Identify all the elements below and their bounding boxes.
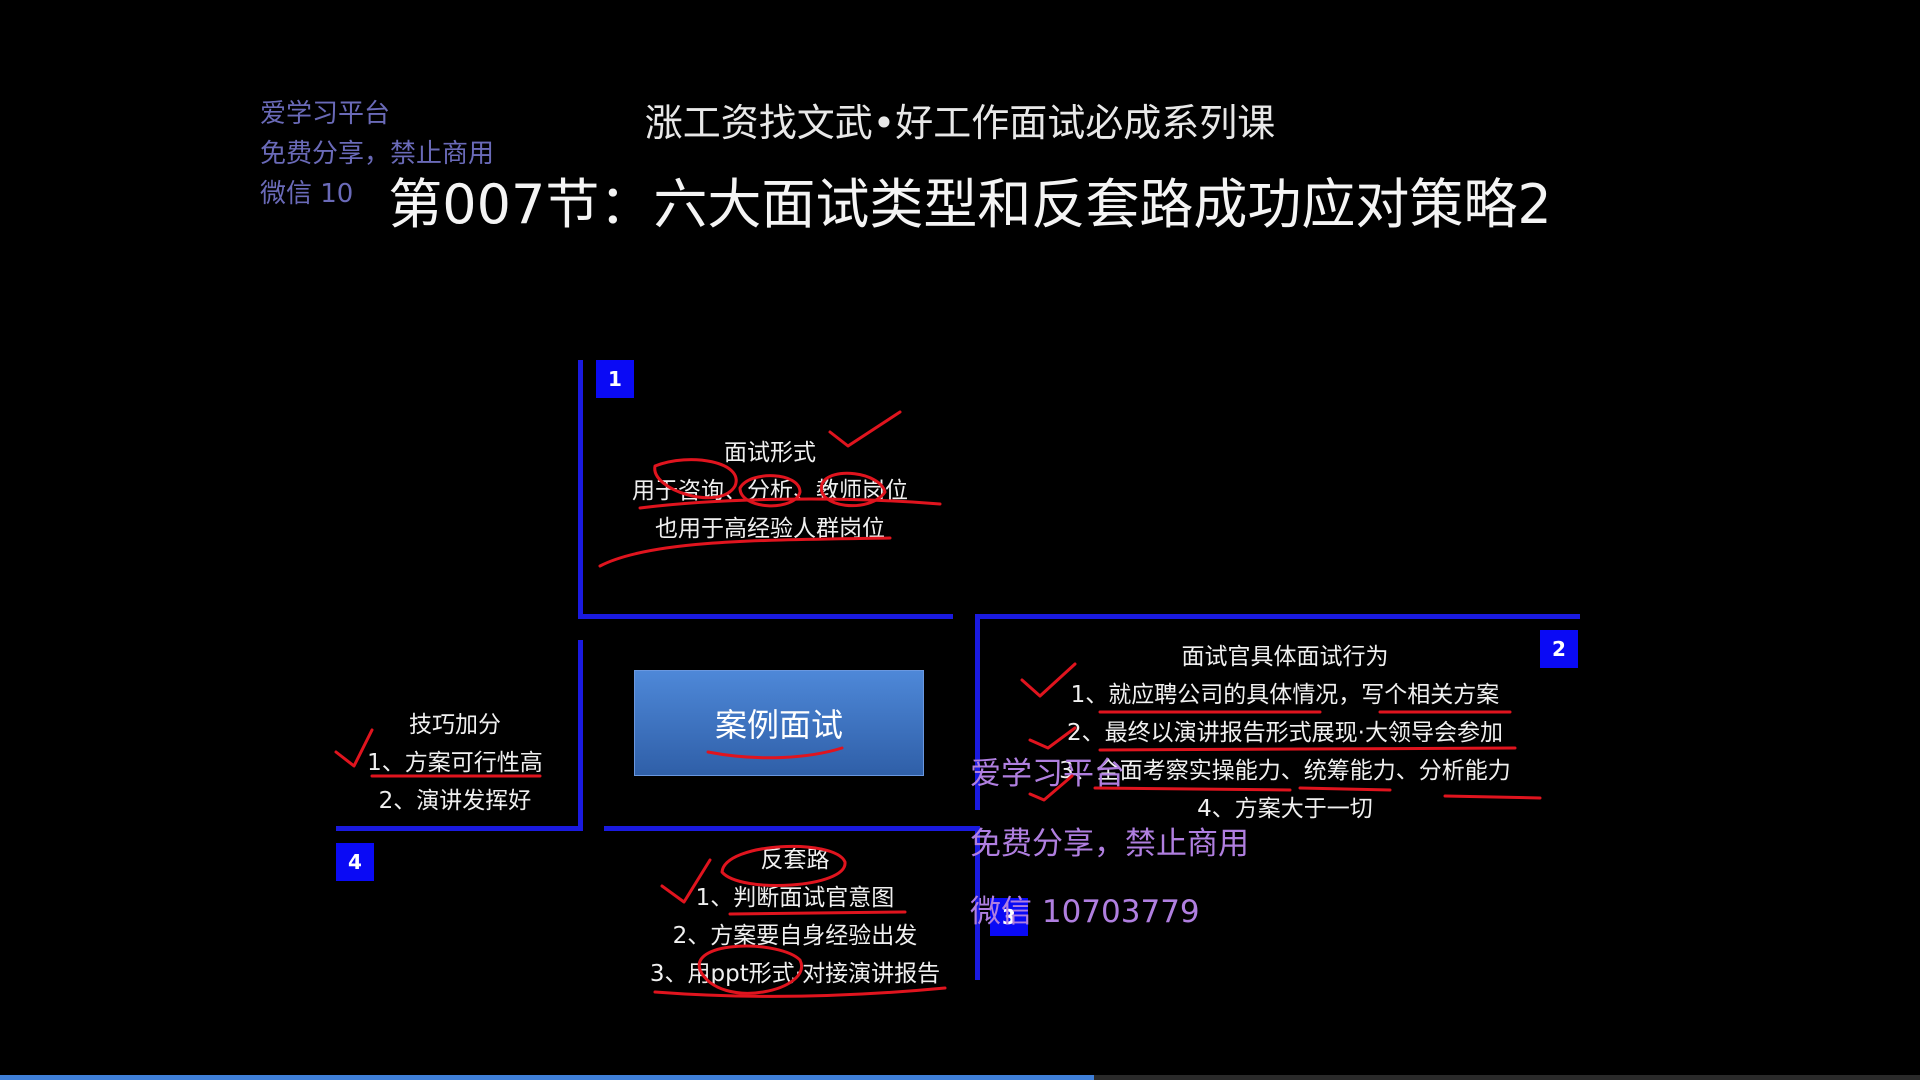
watermark-top: 爱学习平台 免费分享，禁止商用 微信 10 xyxy=(260,94,494,214)
quadrant-badge-2: 2 xyxy=(1540,630,1578,668)
quadrant-3-line: 1、判断面试官意图 xyxy=(695,885,895,911)
divider-q3-top xyxy=(604,826,980,831)
watermark-top-line2: 免费分享，禁止商用 xyxy=(260,139,495,169)
divider-q1-bottom xyxy=(578,614,953,619)
quadrant-badge-1: 1 xyxy=(596,360,634,398)
watermark-top-line1: 爱学习平台 xyxy=(260,99,391,129)
series-subtitle: 涨工资找文武•好工作面试必成系列课 xyxy=(644,101,1276,145)
divider-q2-top xyxy=(975,614,1580,619)
watermark-mid-line3: 微信 10703779 xyxy=(970,894,1200,930)
watermark-mid-line1: 爱学习平台 xyxy=(970,756,1125,792)
quadrant-1-text: 面试形式 用于咨询、分析、教师岗位 也用于高经验人群岗位 xyxy=(590,434,950,548)
quadrant-4-line: 1、方案可行性高 xyxy=(367,750,543,776)
divider-q4-right xyxy=(578,640,583,830)
quadrant-1-line: 用于咨询、分析、教师岗位 xyxy=(632,478,908,504)
watermark-mid-line2: 免费分享，禁止商用 xyxy=(970,826,1249,862)
quadrant-2-line: 2、最终以演讲报告形式展现·大领导会参加 xyxy=(1067,720,1503,746)
quadrant-4-heading: 技巧加分 xyxy=(409,712,501,738)
slide: 涨工资找文武•好工作面试必成系列课 第007节：六大面试类型和反套路成功应对策略… xyxy=(0,0,1920,1080)
quadrant-4-line: 2、演讲发挥好 xyxy=(378,788,532,814)
quadrant-3-text: 反套路 1、判断面试官意图 2、方案要自身经验出发 3、用ppt形式·对接演讲报… xyxy=(620,841,970,993)
lesson-title: 第007节：六大面试类型和反套路成功应对策略2 xyxy=(388,173,1552,236)
quadrant-3-line: 3、用ppt形式·对接演讲报告 xyxy=(649,961,941,987)
case-interview-label: 案例面试 xyxy=(714,706,843,744)
quadrant-3-heading: 反套路 xyxy=(760,847,830,873)
quadrant-3-line: 2、方案要自身经验出发 xyxy=(672,923,918,949)
quadrant-2-text: 面试官具体面试行为 1、就应聘公司的具体情况，写个相关方案 2、最终以演讲报告形… xyxy=(1030,638,1540,828)
divider-q4-bottom xyxy=(336,826,583,831)
quadrant-2-heading: 面试官具体面试行为 xyxy=(1181,644,1389,670)
divider-q1-left xyxy=(578,360,583,618)
watermark-top-line3: 微信 10 xyxy=(260,179,354,209)
quadrant-2-line: 1、就应聘公司的具体情况，写个相关方案 xyxy=(1070,682,1500,708)
case-interview-box: 案例面试 xyxy=(634,670,924,776)
video-progress-bar[interactable] xyxy=(0,1075,1920,1080)
quadrant-1-line: 也用于高经验人群岗位 xyxy=(655,516,885,542)
quadrant-4-text: 技巧加分 1、方案可行性高 2、演讲发挥好 xyxy=(340,706,570,820)
quadrant-badge-4: 4 xyxy=(336,843,374,881)
quadrant-1-heading: 面试形式 xyxy=(724,440,816,466)
video-progress-fill xyxy=(0,1075,1095,1080)
